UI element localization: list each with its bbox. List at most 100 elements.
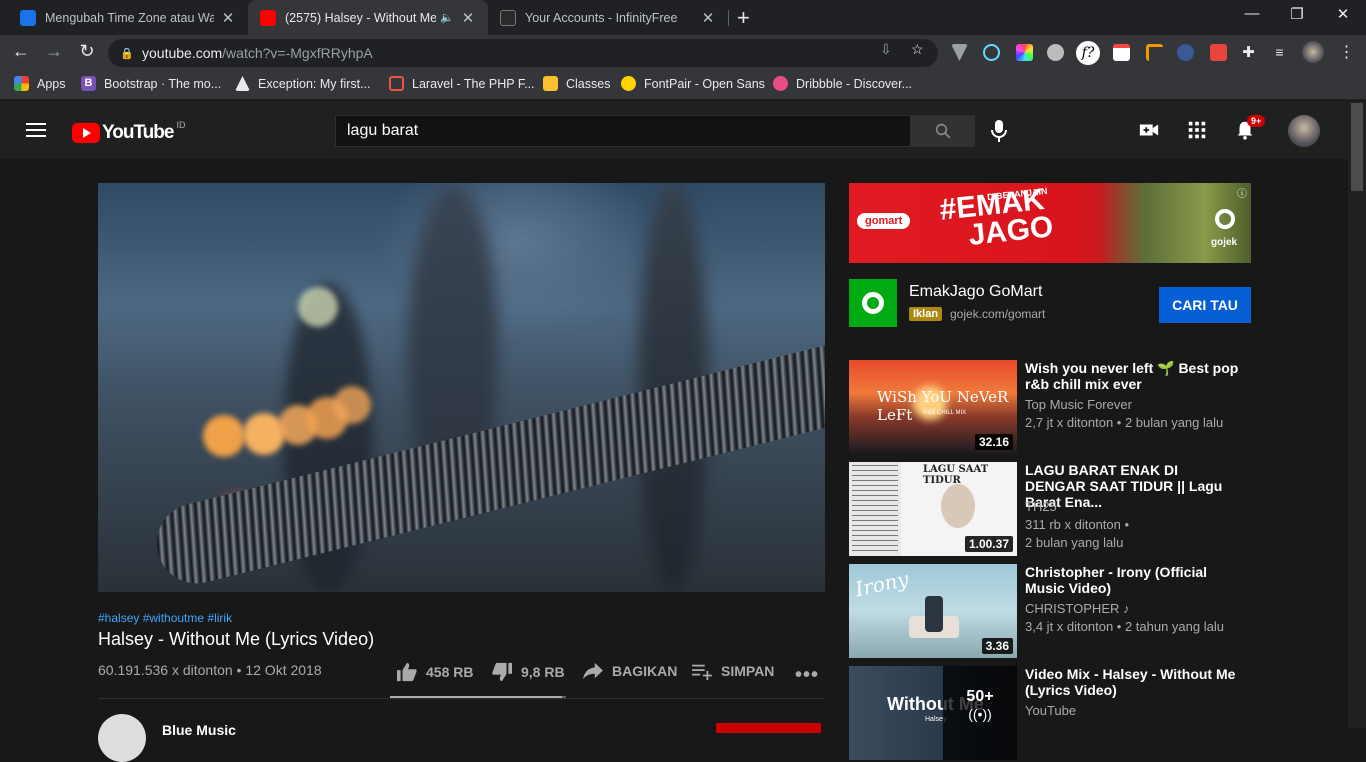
extensions-puzzle-icon[interactable]: ✚: [1240, 44, 1257, 61]
recommendation-item[interactable]: Irony 3.36 Christopher - Irony (Official…: [849, 564, 1349, 658]
ad-banner[interactable]: gomart DIBELANJAIN #EMAK JAGO gojek ⓘ: [849, 183, 1251, 263]
dislike-count: 9,8 RB: [521, 664, 565, 680]
media-control-icon[interactable]: ≡: [1271, 44, 1288, 61]
search-button[interactable]: [910, 115, 975, 147]
ad-info-icon[interactable]: ⓘ: [1237, 185, 1247, 200]
extension-gear-icon[interactable]: [1047, 44, 1064, 61]
back-arrow-icon[interactable]: ←: [9, 41, 33, 62]
bookmark-star-icon[interactable]: ☆: [911, 41, 924, 58]
tab-separator: [728, 10, 729, 26]
recommendation-meta: 2 bulan yang lalu: [1025, 535, 1124, 550]
youtube-logo[interactable]: YouTube ID: [72, 120, 185, 144]
bookmark-label: Laravel - The PHP F...: [412, 76, 535, 91]
bookmark-item[interactable]: FontPair - Open Sans: [621, 76, 765, 91]
url-text: youtube.com/watch?v=-MgxfRRyhpA: [142, 45, 373, 61]
apps-grid-icon[interactable]: [1186, 119, 1208, 141]
recommendation-title: Christopher - Irony (Official Music Vide…: [1025, 564, 1208, 596]
dislike-button[interactable]: 9,8 RB: [491, 662, 565, 682]
bokeh-light: [298, 287, 338, 327]
bookmark-label: Bootstrap · The mo...: [104, 76, 222, 91]
youtube-header: YouTube ID lagu barat 9+: [0, 101, 1348, 159]
ad-banner-line-2: JAGO: [966, 210, 1055, 252]
browser-tab-active[interactable]: (2575) Halsey - Without Me ( 🔈 ✕: [248, 0, 488, 35]
recommendation-thumbnail[interactable]: Irony 3.36: [849, 564, 1017, 658]
share-button[interactable]: BAGIKAN: [582, 662, 677, 680]
reload-icon[interactable]: ↻: [75, 41, 99, 62]
extension-whatfont-icon[interactable]: f?: [1076, 41, 1100, 65]
recommendation-item[interactable]: Without Me Halsey 50+ ((•)) Video Mix - …: [849, 666, 1349, 760]
thumbnail-text: WiSh YoU NeVeR LeFt: [877, 388, 1009, 424]
scrollbar-thumb[interactable]: [1351, 103, 1363, 191]
hamburger-menu-icon[interactable]: [26, 123, 46, 141]
mix-count: 50+: [966, 688, 994, 705]
fontpair-icon: [621, 76, 636, 91]
recommendation-thumbnail[interactable]: WiSh YoU NeVeR LeFt R&B CHILL MIX 32.16: [849, 360, 1017, 454]
bookmarks-bar: Apps B Bootstrap · The mo... Exception: …: [0, 70, 1366, 100]
extension-react-icon[interactable]: [983, 44, 1000, 61]
bookmark-item[interactable]: Classes: [543, 76, 610, 91]
like-count: 458 RB: [426, 664, 474, 680]
extension-ruler-icon[interactable]: [1146, 44, 1163, 61]
user-avatar[interactable]: [1288, 115, 1320, 147]
recommendation-item[interactable]: LAGU SAAT TIDUR 1.00.37 LAGU BARAT ENAK …: [849, 462, 1349, 556]
extension-color-icon[interactable]: [1016, 44, 1033, 61]
divider: [98, 698, 825, 699]
recommendation-item[interactable]: WiSh YoU NeVeR LeFt R&B CHILL MIX 32.16 …: [849, 360, 1349, 454]
channel-avatar[interactable]: [98, 714, 146, 762]
close-icon[interactable]: ✕: [700, 9, 716, 27]
window-close-icon[interactable]: ✕: [1328, 5, 1358, 23]
recommendation-thumbnail[interactable]: Without Me Halsey 50+ ((•)): [849, 666, 1017, 760]
minimize-icon[interactable]: —: [1237, 5, 1267, 22]
bookmark-item[interactable]: Exception: My first...: [235, 76, 371, 91]
create-video-icon[interactable]: [1138, 119, 1160, 141]
search-input[interactable]: lagu barat: [335, 115, 911, 147]
audio-playing-icon[interactable]: 🔈: [440, 11, 454, 24]
extension-octo-icon[interactable]: [1177, 44, 1194, 61]
ad-cta-button[interactable]: CARI TAU: [1159, 287, 1251, 323]
recommendation-channel: YouTube: [1025, 703, 1077, 718]
maximize-icon[interactable]: ❐: [1282, 5, 1312, 23]
extension-red-icon[interactable]: [1210, 44, 1227, 61]
ad-title[interactable]: EmakJago GoMart: [909, 283, 1042, 301]
ad-banner-brand: gomart: [857, 213, 911, 229]
save-button[interactable]: SIMPAN: [691, 662, 774, 680]
thumbnail-text: Irony: [853, 566, 911, 602]
bookmark-apps[interactable]: Apps: [14, 76, 66, 91]
recommendation-title: Wish you never left 🌱 Best pop r&b chill…: [1025, 360, 1239, 392]
video-hashtags[interactable]: #halsey #withoutme #lirik: [98, 611, 232, 625]
address-bar[interactable]: 🔒 youtube.com/watch?v=-MgxfRRyhpA: [108, 39, 938, 67]
gojek-logo-icon: [862, 292, 884, 314]
recommendation-thumbnail[interactable]: LAGU SAAT TIDUR 1.00.37: [849, 462, 1017, 556]
apps-grid-icon: [14, 76, 29, 91]
extension-notes-icon[interactable]: [1113, 44, 1130, 61]
mix-overlay: 50+ ((•)): [943, 666, 1017, 760]
bookmark-label: FontPair - Open Sans: [644, 76, 765, 91]
new-tab-icon[interactable]: +: [737, 5, 750, 31]
page-scrollbar[interactable]: [1348, 101, 1366, 728]
close-icon[interactable]: ✕: [460, 9, 476, 27]
search-value: lagu barat: [347, 122, 419, 139]
search-icon: [935, 123, 950, 139]
more-actions-icon[interactable]: •••: [795, 664, 819, 687]
like-button[interactable]: 458 RB: [396, 662, 473, 682]
browser-tab[interactable]: Mengubah Time Zone atau Wakt ✕: [8, 0, 248, 35]
bookmark-item[interactable]: Dribbble - Discover...: [773, 76, 912, 91]
close-icon[interactable]: ✕: [220, 9, 236, 27]
bookmark-item[interactable]: Laravel - The PHP F...: [389, 76, 535, 91]
thumbnail-text: LAGU SAAT TIDUR: [923, 464, 989, 486]
youtube-favicon-icon: [260, 9, 276, 26]
chrome-menu-icon[interactable]: ⋮: [1338, 44, 1355, 61]
browser-tab[interactable]: Your Accounts - InfinityFree ✕: [488, 0, 728, 35]
subscribe-button[interactable]: [716, 723, 821, 733]
extension-vuetify-icon[interactable]: [951, 44, 968, 61]
ad-advertiser-logo[interactable]: [849, 279, 897, 327]
forward-arrow-icon[interactable]: →: [42, 41, 66, 62]
thumbnail-person: [941, 484, 975, 528]
profile-avatar[interactable]: [1302, 41, 1324, 63]
channel-name[interactable]: Blue Music: [162, 722, 236, 738]
install-icon[interactable]: ⇩: [880, 41, 892, 58]
bookmark-label: Apps: [37, 76, 66, 91]
video-player[interactable]: [98, 183, 825, 592]
microphone-icon[interactable]: [990, 119, 1008, 143]
bookmark-item[interactable]: B Bootstrap · The mo...: [81, 76, 221, 91]
